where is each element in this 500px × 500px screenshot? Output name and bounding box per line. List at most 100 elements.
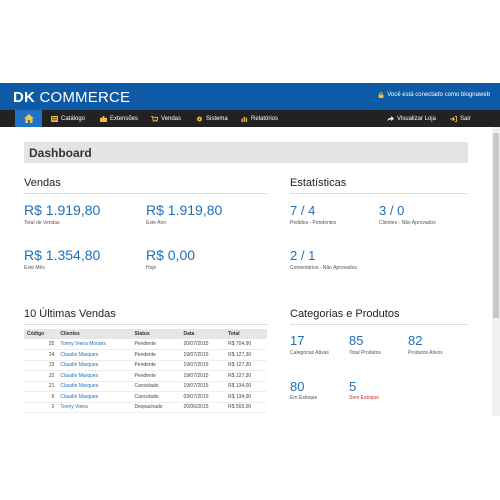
- catalog-icon: [51, 115, 58, 122]
- order-code: 22: [24, 370, 58, 382]
- total-sales-value: R$ 1.919,80: [24, 202, 101, 218]
- client-link[interactable]: Tonny Vieira: [57, 402, 132, 413]
- gear-icon: [197, 116, 202, 121]
- divider: [24, 324, 267, 325]
- active-products-value: 82: [408, 333, 423, 348]
- logout-link[interactable]: Sair: [450, 110, 471, 127]
- client-link[interactable]: Tonny Vieira Moraes: [57, 339, 132, 350]
- order-total: R$ 565,00: [225, 402, 267, 413]
- brand-logo[interactable]: DK COMMERCE: [13, 89, 130, 106]
- logout-icon: [450, 115, 457, 122]
- year-sales-label: Este Ano: [146, 220, 167, 226]
- nav-item-relatorios[interactable]: Relatórios: [241, 110, 278, 127]
- admin-window: DK COMMERCE Você está conectado como blo…: [0, 83, 500, 416]
- total-sales-label: Total de Vendas: [24, 220, 60, 226]
- login-status: Você está conectado como blognaweb: [378, 92, 490, 98]
- month-sales-label: Este Mês: [24, 265, 45, 271]
- order-total: R$ 134,00: [225, 391, 267, 403]
- table-row: 24 Claudio Marques Pendente 19/07/2015 R…: [24, 349, 267, 361]
- table-row: 22 Claudio Marques Pendente 19/07/2015 R…: [24, 370, 267, 382]
- divider: [290, 193, 467, 194]
- order-status: Cancelado: [131, 391, 181, 403]
- nav-item-vendas[interactable]: Vendas: [151, 110, 181, 127]
- top-bar: DK COMMERCE Você está conectado como blo…: [0, 83, 500, 110]
- total-products-label: Total Produtos: [349, 350, 381, 356]
- nav-item-extensoes[interactable]: Extensões: [100, 110, 138, 127]
- order-code: 21: [24, 381, 58, 392]
- client-link[interactable]: Claudio Marques: [57, 370, 132, 382]
- orders-pending-label: Pedidos - Pendentes: [290, 220, 337, 226]
- column-header: Clientes: [57, 329, 132, 339]
- view-store-link[interactable]: Visualizar Loja: [387, 110, 436, 127]
- nav-item-label: Vendas: [161, 115, 182, 122]
- month-sales-value: R$ 1.354,80: [24, 247, 101, 263]
- column-header: Código: [24, 329, 58, 339]
- table-header-row: Código Clientes Status Data Total: [24, 329, 267, 339]
- clients-unapproved-label: Clientes - Não Aprovados: [379, 220, 436, 226]
- recent-sales-table: Código Clientes Status Data Total 25 Ton…: [24, 329, 267, 413]
- order-status: Pendente: [131, 349, 181, 361]
- scrollbar-thumb[interactable]: [493, 133, 499, 318]
- puzzle-icon: [100, 115, 107, 122]
- client-link[interactable]: Claudio Marques: [57, 391, 132, 403]
- nav-home[interactable]: [15, 110, 42, 127]
- client-link[interactable]: Claudio Marques: [57, 381, 132, 392]
- out-of-stock-label: Sem Estoque: [349, 395, 380, 401]
- client-link[interactable]: Claudio Marques: [57, 349, 132, 361]
- order-date: 19/07/2015: [180, 349, 226, 361]
- order-date: 03/07/2015: [180, 391, 226, 403]
- table-row: 6 Claudio Marques Cancelado 03/07/2015 R…: [24, 391, 267, 403]
- comments-unapproved-label: Comentários - Não Aprovados: [290, 265, 357, 271]
- order-code: 24: [24, 349, 58, 361]
- order-total: R$ 127,30: [225, 370, 267, 382]
- page-title: Dashboard: [29, 146, 92, 160]
- order-date: 20/06/2015: [180, 402, 226, 413]
- cart-icon: [151, 115, 158, 122]
- nav-item-catalogo[interactable]: Catálogo: [51, 110, 85, 127]
- nav-item-label: Extensões: [110, 115, 139, 122]
- nav-item-label: Sistema: [206, 115, 228, 122]
- table-row: 23 Claudio Marques Pendente 19/07/2015 R…: [24, 360, 267, 371]
- nav-item-label: Relatórios: [251, 115, 279, 122]
- login-text: Você está conectado como blognaweb: [387, 92, 490, 98]
- column-header: Data: [180, 329, 226, 339]
- divider: [290, 324, 467, 325]
- in-stock-label: Em Estoque: [290, 395, 318, 401]
- column-header: Status: [131, 329, 181, 339]
- table-row: 2 Tonny Vieira Despachado 20/06/2015 R$ …: [24, 402, 267, 413]
- order-date: 19/07/2015: [180, 360, 226, 371]
- order-date: 20/07/2015: [180, 339, 226, 350]
- brand-rest: COMMERCE: [39, 89, 131, 106]
- active-categories-value: 17: [290, 333, 305, 348]
- year-sales-value: R$ 1.919,80: [146, 202, 223, 218]
- order-code: 6: [24, 391, 58, 403]
- lock-icon: [378, 92, 384, 98]
- share-arrow-icon: [387, 115, 394, 121]
- client-link[interactable]: Claudio Marques: [57, 360, 132, 371]
- clients-unapproved-value: 3 / 0: [379, 203, 405, 218]
- page-header: Dashboard: [24, 142, 468, 163]
- order-status: Pendente: [131, 339, 181, 350]
- order-code: 25: [24, 339, 58, 350]
- divider: [24, 193, 267, 194]
- out-of-stock-value: 5: [349, 379, 357, 394]
- categories-title: Categorias e Produtos: [290, 308, 400, 320]
- today-sales-value: R$ 0,00: [146, 247, 196, 263]
- main-nav: Catálogo Extensões Vendas Sistema Relató…: [0, 110, 500, 127]
- active-products-label: Produtos Ativos: [408, 350, 443, 356]
- vendas-title: Vendas: [24, 177, 61, 189]
- nav-item-sistema[interactable]: Sistema: [196, 110, 228, 127]
- order-status: Pendente: [131, 370, 181, 382]
- view-store-label: Visualizar Loja: [397, 115, 436, 122]
- stats-title: Estatísticas: [290, 177, 347, 189]
- order-total: R$ 127,30: [225, 360, 267, 371]
- nav-item-label: Catálogo: [61, 115, 86, 122]
- in-stock-value: 80: [290, 379, 305, 394]
- total-products-value: 85: [349, 333, 364, 348]
- today-sales-label: Hoje: [146, 265, 157, 271]
- order-code: 23: [24, 360, 58, 371]
- order-total: R$ 134,00: [225, 381, 267, 392]
- column-header: Total: [225, 329, 267, 339]
- comments-unapproved-value: 2 / 1: [290, 248, 316, 263]
- order-date: 19/07/2015: [180, 370, 226, 382]
